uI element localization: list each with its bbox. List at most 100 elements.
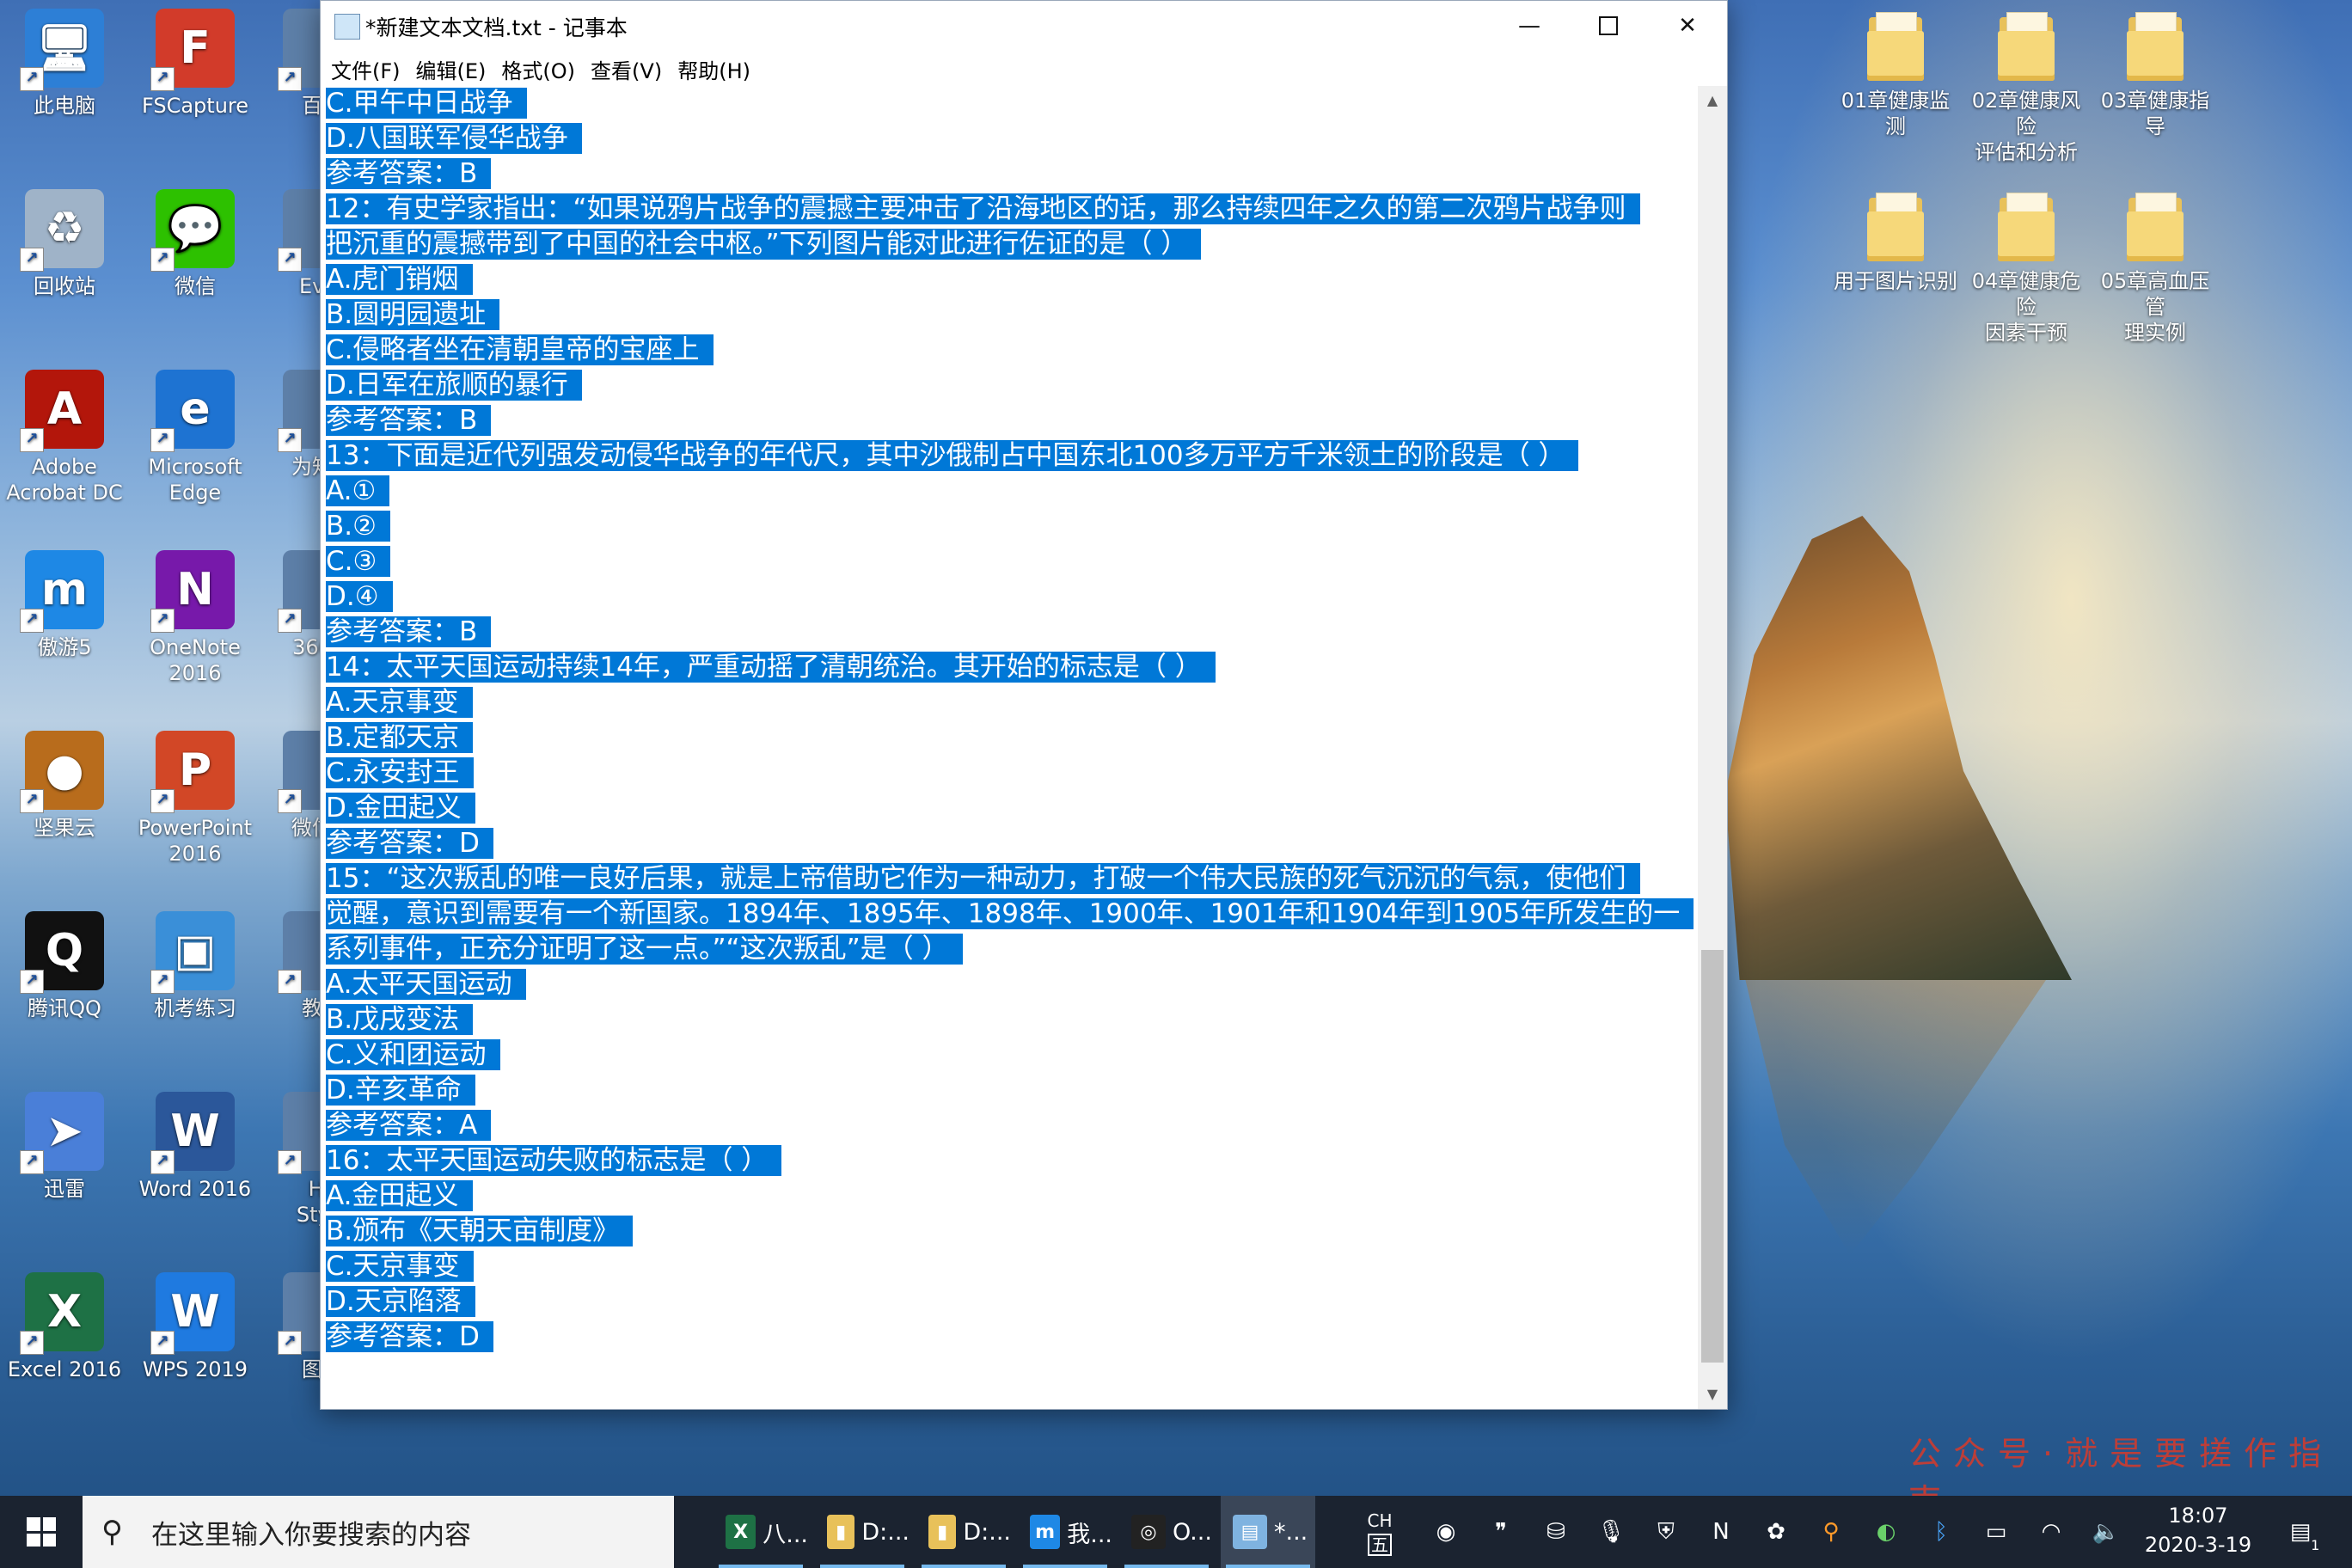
taskbar-app-4[interactable]: ◎ O... xyxy=(1119,1496,1214,1568)
taskbar-app-2[interactable]: ▮ D:... xyxy=(916,1496,1011,1568)
menu-help[interactable]: 帮助(H) xyxy=(672,51,756,88)
desktop-icon-col1-6[interactable]: ➤ ↗ 迅雷 xyxy=(0,1092,129,1202)
folder-label: 02章健康风险 评估和分析 xyxy=(1971,89,2081,164)
taskbar-app-5[interactable]: ▤ *... xyxy=(1221,1496,1315,1568)
shortcut-arrow-icon: ↗ xyxy=(20,1150,44,1174)
folder-icon xyxy=(1865,9,1926,81)
selected-text: C.永安封王 xyxy=(326,757,474,788)
tray-search-tool-icon[interactable]: ⚲ xyxy=(1809,1496,1853,1568)
start-button[interactable] xyxy=(0,1496,83,1568)
selected-text: D.日军在旅顺的暴行 xyxy=(326,370,582,401)
notepad-window[interactable]: *新建文本文档.txt - 记事本 — ✕ 文件(F) 编辑(E) 格式(O) 查看(… xyxy=(320,0,1728,1410)
clock-date: 2020-3-19 xyxy=(2144,1533,2252,1557)
taskbar-app-label: D:... xyxy=(861,1518,910,1546)
tray-360-icon[interactable]: ◐ xyxy=(1864,1496,1908,1568)
desktop-icon-label: 此电脑 xyxy=(34,94,95,118)
desktop-icon-col2-5[interactable]: ▣ ↗ 机考练习 xyxy=(131,911,260,1021)
text-line: 参考答案：D xyxy=(326,826,1698,861)
desktop-icon-col2-0[interactable]: F ↗ FSCapture xyxy=(131,9,260,119)
wifi-icon[interactable]: ◠ xyxy=(2029,1496,2073,1568)
scroll-up-arrow-icon[interactable]: ▲ xyxy=(1698,86,1727,115)
text-line: C.永安封王 xyxy=(326,756,1698,791)
app-icon: W ↗ xyxy=(150,1272,235,1355)
desktop-icon-col1-3[interactable]: m ↗ 傲游5 xyxy=(0,550,129,660)
selected-text: 参考答案：D xyxy=(326,828,493,859)
tray-onenote-icon[interactable]: N xyxy=(1699,1496,1743,1568)
app-icon: e ↗ xyxy=(150,370,235,452)
volume-icon[interactable]: 🔈 xyxy=(2084,1496,2128,1568)
menu-view[interactable]: 查看(V) xyxy=(585,51,667,88)
taskbar-app-3[interactable]: m 我... xyxy=(1018,1496,1112,1568)
desktop-icon-col1-4[interactable]: ● ↗ 坚果云 xyxy=(0,731,129,841)
shortcut-arrow-icon: ↗ xyxy=(20,428,44,452)
scroll-down-arrow-icon[interactable]: ▼ xyxy=(1698,1380,1727,1409)
selected-text: B.戊戌变法 xyxy=(326,1004,474,1035)
desktop-icon-col1-5[interactable]: Q ↗ 腾讯QQ xyxy=(0,911,129,1021)
text-line: A.天京事变 xyxy=(326,685,1698,720)
shortcut-arrow-icon: ↗ xyxy=(150,609,175,633)
desktop-icon-col1-2[interactable]: A ↗ Adobe Acrobat DC xyxy=(0,370,129,505)
text-editor[interactable]: C.甲午中日战争 D.八国联军侵华战争 参考答案：B 12：有史学家指出：“如果说鸦片… xyxy=(326,86,1698,1409)
text-line: D.八国联军侵华战争 xyxy=(326,121,1698,156)
text-line: B.圆明园遗址 xyxy=(326,297,1698,333)
desktop-icon-col1-7[interactable]: X ↗ Excel 2016 xyxy=(0,1272,129,1382)
tray-record-icon[interactable]: ◉ xyxy=(1424,1496,1468,1568)
app-icon: N ↗ xyxy=(150,550,235,633)
selected-text: 16：太平天国运动失败的标志是（ ） xyxy=(326,1145,782,1176)
desktop-icon-col2-4[interactable]: P ↗ PowerPoint 2016 xyxy=(131,731,260,867)
taskbar-app-icon: X xyxy=(726,1515,756,1549)
app-icon: X ↗ xyxy=(20,1272,104,1355)
app-icon: 🖥 ↗ xyxy=(20,9,104,91)
desktop-icon-col2-3[interactable]: N ↗ OneNote 2016 xyxy=(131,550,260,686)
folder-label: 04章健康危险 因素干预 xyxy=(1971,269,2081,345)
menu-format[interactable]: 格式(O) xyxy=(496,51,580,88)
ime-indicator[interactable]: CH 五 xyxy=(1358,1496,1401,1568)
text-line: B.颁布《天朝天亩制度》 xyxy=(326,1214,1698,1249)
desktop-icon-col2-6[interactable]: W ↗ Word 2016 xyxy=(131,1092,260,1202)
taskbar-search-box[interactable]: ⚲ 在这里输入你要搜索的内容 xyxy=(83,1496,674,1568)
tray-microphone-icon[interactable]: 🎙 xyxy=(1589,1496,1633,1568)
tray-quote-icon[interactable]: ❞ xyxy=(1479,1496,1523,1568)
menu-bar: 文件(F) 编辑(E) 格式(O) 查看(V) 帮助(H) xyxy=(321,51,1727,85)
tray-security-shield-icon[interactable]: ⛨ xyxy=(1644,1496,1688,1568)
desktop-icon-col1-0[interactable]: 🖥 ↗ 此电脑 xyxy=(0,9,129,119)
desktop-folder-2[interactable]: 03章健康指导 xyxy=(2091,9,2220,139)
minimize-button[interactable]: — xyxy=(1490,1,1569,51)
menu-edit[interactable]: 编辑(E) xyxy=(411,51,492,88)
desktop-folder-0[interactable]: 01章健康监测 xyxy=(1831,9,1960,139)
desktop-folder-5[interactable]: 05章高血压管 理实例 xyxy=(2091,189,2220,346)
taskbar-app-0[interactable]: X 八... xyxy=(714,1496,808,1568)
close-button[interactable]: ✕ xyxy=(1648,1,1727,51)
battery-icon[interactable]: ▭ xyxy=(1974,1496,2018,1568)
text-line: D.天京陷落 xyxy=(326,1284,1698,1320)
taskbar-app-label: *... xyxy=(1274,1518,1308,1546)
ime-language: CH xyxy=(1367,1510,1393,1531)
text-line: A.① xyxy=(326,474,1698,509)
action-center-icon[interactable]: ▤ 1 xyxy=(2275,1496,2326,1568)
desktop-icon-col2-1[interactable]: 💬 ↗ 微信 xyxy=(131,189,260,299)
desktop-folder-1[interactable]: 02章健康风险 评估和分析 xyxy=(1962,9,2091,165)
tray-app-icon[interactable]: ✿ xyxy=(1754,1496,1798,1568)
system-clock[interactable]: 18:07 2020-3-19 xyxy=(2134,1501,2263,1559)
folder-icon xyxy=(1865,189,1926,261)
vertical-scrollbar[interactable]: ▲ ▼ xyxy=(1698,86,1727,1409)
text-line: B.定都天京 xyxy=(326,720,1698,756)
tray-network-drive-icon[interactable]: ⛁ xyxy=(1534,1496,1578,1568)
text-line: 参考答案：B xyxy=(326,156,1698,192)
taskbar-app-label: O... xyxy=(1173,1518,1212,1546)
selected-text: A.虎门销烟 xyxy=(326,264,473,295)
text-line: 参考答案：B xyxy=(326,615,1698,650)
desktop-icon-col2-7[interactable]: W ↗ WPS 2019 xyxy=(131,1272,260,1382)
selected-text: 参考答案：D xyxy=(326,1321,493,1352)
desktop-folder-4[interactable]: 04章健康危险 因素干预 xyxy=(1962,189,2091,346)
desktop-icon-col1-1[interactable]: ♻ ↗ 回收站 xyxy=(0,189,129,299)
desktop-icon-col2-2[interactable]: e ↗ Microsoft Edge xyxy=(131,370,260,505)
desktop-folder-3[interactable]: 用于图片识别 xyxy=(1831,189,1960,294)
maximize-button[interactable] xyxy=(1569,1,1648,51)
bluetooth-icon[interactable]: ᛒ xyxy=(1919,1496,1963,1568)
selected-text: D.金田起义 xyxy=(326,793,475,824)
title-bar[interactable]: *新建文本文档.txt - 记事本 — ✕ xyxy=(321,1,1727,51)
menu-file[interactable]: 文件(F) xyxy=(326,51,406,88)
taskbar-app-1[interactable]: ▮ D:... xyxy=(815,1496,910,1568)
scrollbar-thumb[interactable] xyxy=(1701,950,1724,1363)
